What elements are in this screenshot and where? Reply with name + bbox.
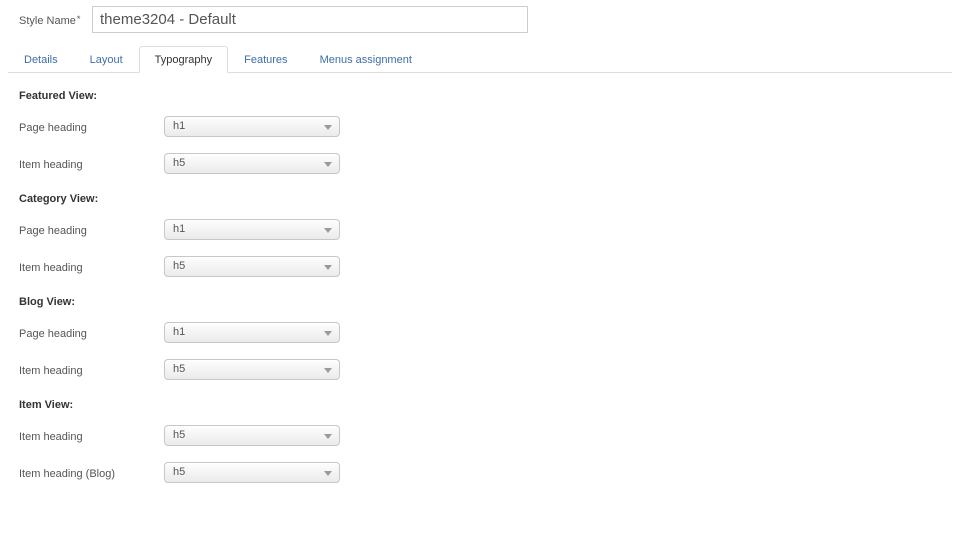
field-label: Item heading [19,365,83,377]
section-title: Category View: [19,193,99,205]
chevron-down-icon [324,265,332,270]
field-row: Item heading h5 [0,148,960,185]
style-name-input[interactable] [92,6,528,33]
select-value: h5 [173,260,186,272]
field-row: Item heading h5 [0,354,960,391]
field-row: Item heading h5 [0,420,960,457]
tab-typography[interactable]: Typography [138,46,229,73]
section-title: Featured View: [19,90,98,102]
style-name-label: Style Name* [19,14,81,27]
field-row: Page heading h1 [0,214,960,251]
select-value: h5 [173,466,186,478]
form-section: Category View: Page heading h1 Item heading… [0,185,960,288]
field-row: Page heading h1 [0,317,960,354]
select-value: h1 [173,326,186,338]
tab-label: Typography [154,53,213,66]
field-label: Item heading [19,262,83,274]
form-section: Blog View: Page heading h1 Item heading h5 [0,288,960,391]
select-value: h1 [173,120,186,132]
tab-label: Menus assignment [319,54,412,66]
chevron-down-icon [324,331,332,336]
required-asterisk: * [76,14,81,24]
heading-level-select[interactable]: h5 [164,425,340,446]
form-section: Item View: Item heading h5 Item heading (Bl… [0,391,960,494]
tab-label: Details [24,54,58,66]
tab-bar: Details Layout Typography Features Menus ass… [0,46,960,74]
heading-level-select[interactable]: h1 [164,322,340,343]
field-row: Item heading (Blog) h5 [0,457,960,494]
field-label: Item heading [19,159,83,171]
style-name-label-text: Style Name [19,15,76,27]
heading-level-select[interactable]: h5 [164,462,340,483]
field-row: Page heading h1 [0,111,960,148]
tab-list: Details Layout Typography Features Menus ass… [8,46,428,73]
heading-level-select[interactable]: h1 [164,116,340,137]
chevron-down-icon [324,368,332,373]
select-value: h5 [173,157,186,169]
chevron-down-icon [324,228,332,233]
select-value: h5 [173,429,186,441]
heading-level-select[interactable]: h5 [164,153,340,174]
heading-level-select[interactable]: h5 [164,256,340,277]
section-title: Item View: [19,399,74,411]
form-section: Featured View: Page heading h1 Item heading… [0,82,960,185]
tab-menus-assignment[interactable]: Menus assignment [304,46,428,73]
tab-details[interactable]: Details [8,46,74,73]
tab-layout[interactable]: Layout [74,46,139,73]
field-label: Page heading [19,225,87,237]
field-label: Page heading [19,122,87,134]
chevron-down-icon [324,434,332,439]
heading-level-select[interactable]: h5 [164,359,340,380]
chevron-down-icon [324,125,332,130]
chevron-down-icon [324,471,332,476]
select-value: h5 [173,363,186,375]
field-row: Item heading h5 [0,251,960,288]
field-label: Item heading [19,431,83,443]
field-label: Item heading (Blog) [19,468,115,480]
typography-form: Featured View: Page heading h1 Item heading… [0,82,960,494]
tab-features[interactable]: Features [228,46,303,73]
style-name-row: Style Name* [0,0,960,40]
select-value: h1 [173,223,186,235]
section-title: Blog View: [19,296,76,308]
tab-label: Features [244,54,288,66]
chevron-down-icon [324,162,332,167]
field-label: Page heading [19,328,87,340]
heading-level-select[interactable]: h1 [164,219,340,240]
tab-label: Layout [89,54,123,66]
